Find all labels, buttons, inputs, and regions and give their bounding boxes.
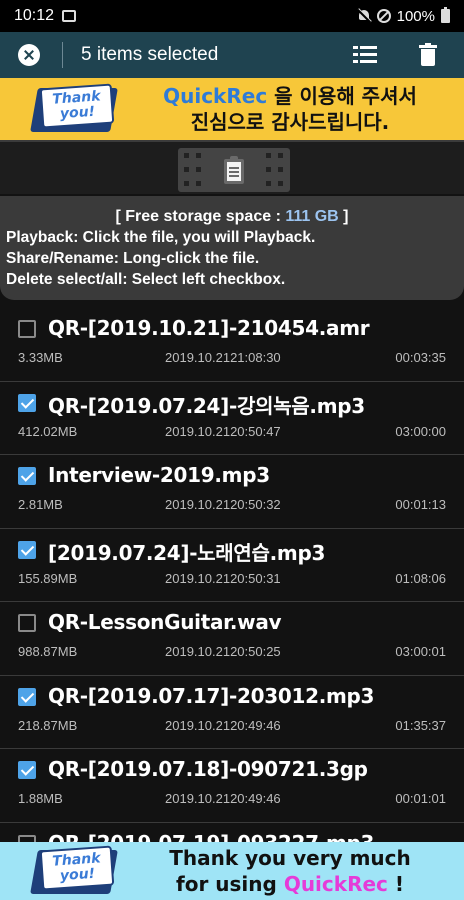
- file-size: 3.33MB: [18, 350, 63, 365]
- file-list-item[interactable]: Interview-2019.mp3 2.81MB 2019.10.2120:5…: [0, 455, 464, 529]
- mute-icon: [357, 9, 371, 23]
- file-duration: 00:01:01: [395, 791, 446, 806]
- status-time: 10:12: [14, 7, 55, 24]
- file-date: 2019.10.2120:50:47: [165, 423, 281, 439]
- file-checkbox[interactable]: [18, 761, 36, 779]
- status-right: 100%: [357, 7, 450, 25]
- file-size: 155.89MB: [18, 570, 78, 586]
- banner-brand: QuickRec: [163, 84, 268, 108]
- file-list-item[interactable]: QR-LessonGuitar.wav 988.87MB 2019.10.212…: [0, 602, 464, 676]
- file-name: [2019.07.24]-노래연습.mp3: [48, 540, 326, 565]
- select-all-list-icon[interactable]: [353, 46, 377, 64]
- file-name: Interview-2019.mp3: [48, 463, 270, 487]
- file-name: QR-LessonGuitar.wav: [48, 610, 282, 634]
- info-share-rename: Share/Rename: Long-click the file.: [6, 250, 260, 267]
- file-list[interactable]: QR-[2019.10.21]-210454.amr 3.33MB 2019.1…: [0, 308, 464, 842]
- file-name: QR-[2019.07.18]-090721.3gp: [48, 757, 368, 781]
- banner-top-text: QuickRec 을 이용해 주셔서 진심으로 감사드립니다.: [163, 84, 417, 134]
- thank-you-badge: Thank you!: [30, 83, 118, 134]
- file-list-item[interactable]: QR-[2019.07.19]-093227.mp3: [0, 823, 464, 843]
- file-checkbox[interactable]: [18, 687, 36, 706]
- file-date: 2019.10.2121:08:30: [165, 350, 281, 365]
- close-selection-button[interactable]: [18, 44, 40, 66]
- file-size: 2.81MB: [18, 497, 63, 512]
- do-not-disturb-icon: [376, 9, 391, 23]
- free-storage-value: 111 GB: [285, 208, 339, 225]
- file-checkbox[interactable]: [18, 540, 36, 559]
- file-date: 2019.10.2120:49:46: [165, 791, 281, 806]
- file-size: 412.02MB: [18, 423, 78, 439]
- file-duration: 03:00:01: [395, 644, 446, 659]
- file-list-item[interactable]: QR-[2019.07.18]-090721.3gp 1.88MB 2019.1…: [0, 749, 464, 823]
- selection-count-title: 5 items selected: [81, 44, 219, 65]
- file-list-tab[interactable]: [178, 148, 290, 192]
- file-checkbox[interactable]: [18, 467, 36, 485]
- file-duration: 03:00:00: [395, 423, 446, 439]
- file-duration: 01:08:06: [395, 570, 446, 586]
- file-list-item[interactable]: QR-[2019.07.17]-203012.mp3 218.87MB 2019…: [0, 676, 464, 749]
- file-size: 988.87MB: [18, 644, 78, 659]
- file-name: QR-[2019.10.21]-210454.amr: [48, 316, 370, 340]
- status-bar: 10:12 100%: [0, 0, 464, 32]
- file-checkbox[interactable]: [18, 393, 36, 412]
- info-delete: Delete select/all: Select left checkbox.: [6, 271, 286, 288]
- battery-percent: 100%: [396, 7, 435, 25]
- file-date: 2019.10.2120:49:46: [165, 717, 281, 733]
- delete-trash-icon[interactable]: [419, 43, 437, 67]
- banner-ad-bottom[interactable]: Thank you! Thank you very much for using…: [0, 842, 464, 900]
- file-date: 2019.10.2120:50:32: [165, 497, 281, 512]
- file-list-item[interactable]: QR-[2019.10.21]-210454.amr 3.33MB 2019.1…: [0, 308, 464, 382]
- file-size: 218.87MB: [18, 717, 78, 733]
- file-name: QR-[2019.07.17]-203012.mp3: [48, 683, 375, 708]
- info-playback: Playback: Click the file, you will Playb…: [6, 229, 316, 246]
- file-list-item[interactable]: QR-[2019.07.24]-강의녹음.mp3 412.02MB 2019.1…: [0, 382, 464, 455]
- banner-brand: QuickRec: [283, 872, 388, 896]
- file-list-item[interactable]: [2019.07.24]-노래연습.mp3 155.89MB 2019.10.2…: [0, 529, 464, 602]
- file-date: 2019.10.2120:50:25: [165, 644, 281, 659]
- file-date: 2019.10.2120:50:31: [165, 570, 281, 586]
- battery-icon: [441, 7, 450, 23]
- thank-you-badge: Thank you!: [30, 845, 118, 896]
- action-bar-divider: [62, 42, 63, 68]
- action-bar: 5 items selected: [0, 32, 464, 78]
- free-storage-text: [ Free storage space : 111 GB ]: [115, 208, 349, 225]
- file-size: 1.88MB: [18, 791, 63, 806]
- file-checkbox[interactable]: [18, 320, 36, 338]
- file-duration: 00:01:13: [395, 497, 446, 512]
- file-checkbox[interactable]: [18, 614, 36, 632]
- image-notification-icon: [62, 10, 77, 22]
- file-duration: 00:03:35: [395, 350, 446, 365]
- clipboard-icon: [224, 156, 244, 184]
- file-name: QR-[2019.07.19]-093227.mp3: [48, 831, 374, 843]
- file-list-tab-strip: [0, 140, 464, 194]
- file-checkbox[interactable]: [18, 834, 36, 842]
- banner-ad-top[interactable]: Thank you! QuickRec 을 이용해 주셔서 진심으로 감사드립니…: [0, 78, 464, 140]
- file-duration: 01:35:37: [395, 717, 446, 733]
- banner-bottom-text: Thank you very much for using QuickRec !: [169, 846, 411, 896]
- file-name: QR-[2019.07.24]-강의녹음.mp3: [48, 393, 365, 418]
- info-panel: [ Free storage space : 111 GB ] Playback…: [0, 196, 464, 300]
